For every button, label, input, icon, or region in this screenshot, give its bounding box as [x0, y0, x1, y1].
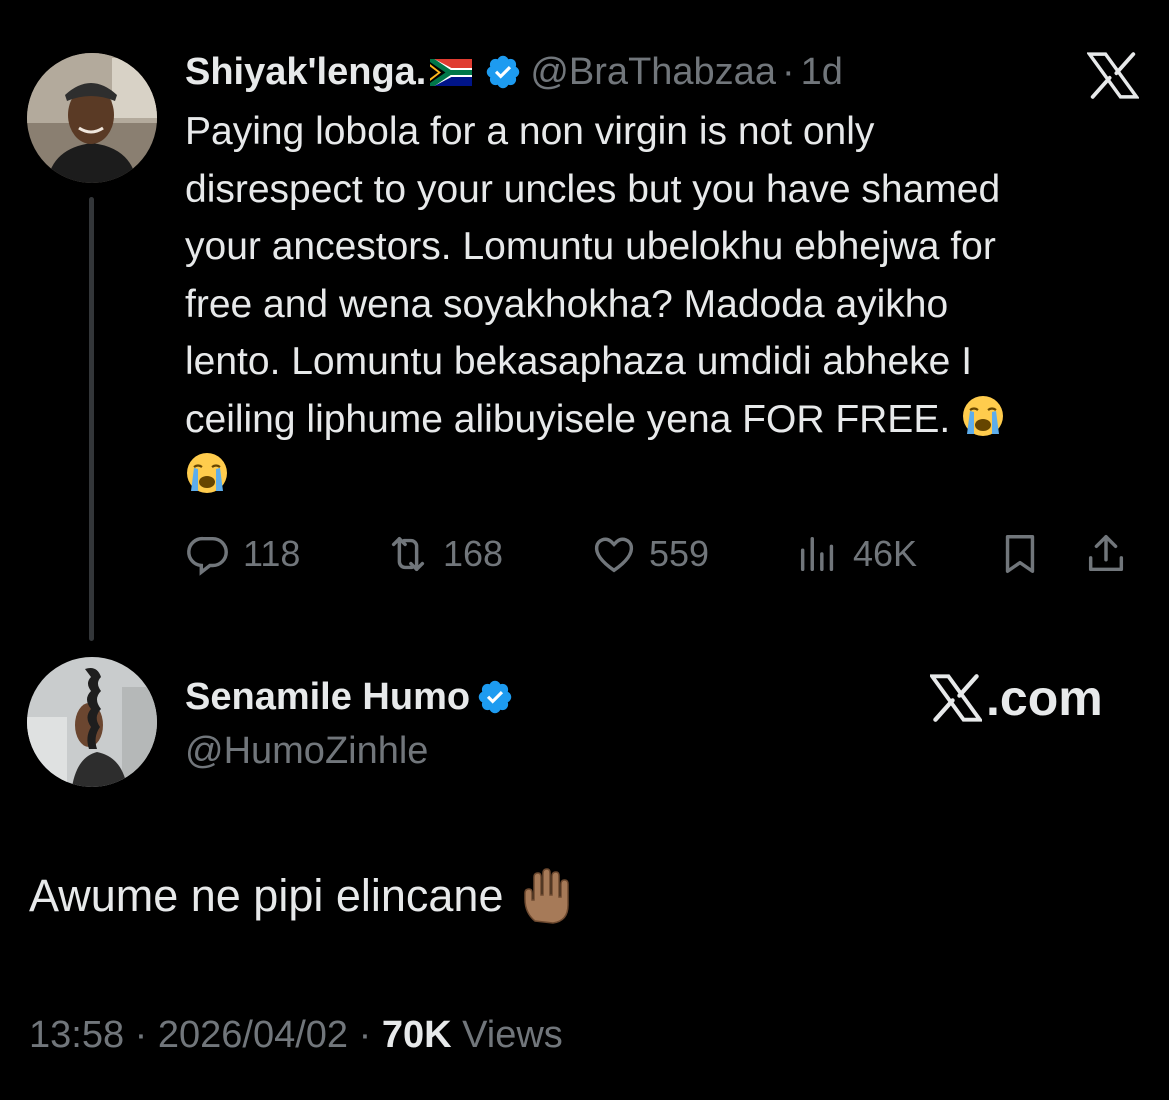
- x-logo-icon[interactable]: [1087, 52, 1139, 99]
- tweet-body: Paying lobola for a non virgin is not on…: [185, 103, 1145, 506]
- share-button[interactable]: [1083, 528, 1141, 580]
- views-chart-icon: [800, 536, 834, 572]
- reply-author-handle[interactable]: @HumoZinhle: [185, 726, 428, 776]
- separator-dot: ·: [781, 51, 795, 93]
- repost-button[interactable]: 168: [385, 528, 503, 580]
- repost-icon: [391, 536, 425, 572]
- post-date[interactable]: 2026/04/02: [158, 1014, 348, 1056]
- tweet-time[interactable]: 1d: [801, 48, 843, 96]
- reply-body: Awume ne pipi elincane: [29, 866, 575, 926]
- heart-icon: [594, 537, 634, 573]
- verified-badge-icon: [478, 680, 512, 714]
- reply-author-header: Senamile Humo: [185, 672, 522, 722]
- tweet-line: lento. Lomuntu bekasaphaza umdidi abheke…: [185, 340, 973, 383]
- repost-count: 168: [443, 533, 504, 574]
- author-avatar-shiyaklenga[interactable]: [27, 53, 157, 183]
- separator-dot: ·: [358, 1014, 382, 1056]
- reply-count: 118: [243, 533, 301, 574]
- author-avatar-senamile[interactable]: [27, 657, 157, 787]
- post-time[interactable]: 13:58: [29, 1014, 124, 1056]
- tweet-metadata: 13:58 · 2026/04/02 · 70K Views: [29, 1010, 563, 1060]
- like-button[interactable]: 559: [591, 528, 709, 580]
- author-handle[interactable]: @BraThabzaa: [530, 48, 776, 96]
- south-africa-flag-icon: [430, 58, 473, 86]
- tweet-actions-bar: 118 168 559 46K: [185, 528, 1140, 580]
- x-logo-icon: [930, 674, 982, 722]
- tweet-header: Shiyak'lenga. @BraThabzaa · 1d: [185, 48, 843, 96]
- share-icon: [1088, 535, 1124, 572]
- reply-icon: [187, 536, 228, 576]
- tweet-line: your ancestors. Lomuntu ubelokhu ebhejwa…: [185, 225, 996, 268]
- views-label: Views: [462, 1014, 563, 1056]
- raised-hand-icon: [524, 868, 570, 924]
- reply-button[interactable]: 118: [185, 528, 300, 580]
- tweet-line: ceiling liphume alibuyisele yena FOR FRE…: [185, 397, 951, 441]
- watermark-text: .com: [986, 670, 1103, 726]
- separator-dot: ·: [134, 1014, 158, 1056]
- tweet-line: free and wena soyakhokha? Madoda ayikho: [185, 282, 949, 326]
- reply-text: Awume ne pipi elincane: [29, 870, 504, 921]
- loudly-crying-face-icon: [963, 395, 1004, 436]
- tweet-line: disrespect to your uncles but you have s…: [185, 167, 1001, 211]
- like-count: 559: [649, 533, 710, 574]
- bookmark-icon: [1005, 535, 1035, 573]
- reply-author-name[interactable]: Senamile Humo: [185, 676, 470, 719]
- views-button[interactable]: 46K: [795, 528, 917, 580]
- tweet-line: Paying lobola for a non virgin is not on…: [185, 110, 875, 153]
- verified-badge-icon: [487, 55, 520, 89]
- x-com-watermark: .com: [930, 668, 1103, 728]
- author-name[interactable]: Shiyak'lenga.: [185, 48, 426, 96]
- thread-connector-line: [89, 197, 94, 641]
- views-total: 70K: [381, 1014, 452, 1056]
- views-count: 46K: [853, 533, 918, 574]
- bookmark-button[interactable]: [997, 528, 1055, 580]
- loudly-crying-face-icon: [187, 453, 227, 493]
